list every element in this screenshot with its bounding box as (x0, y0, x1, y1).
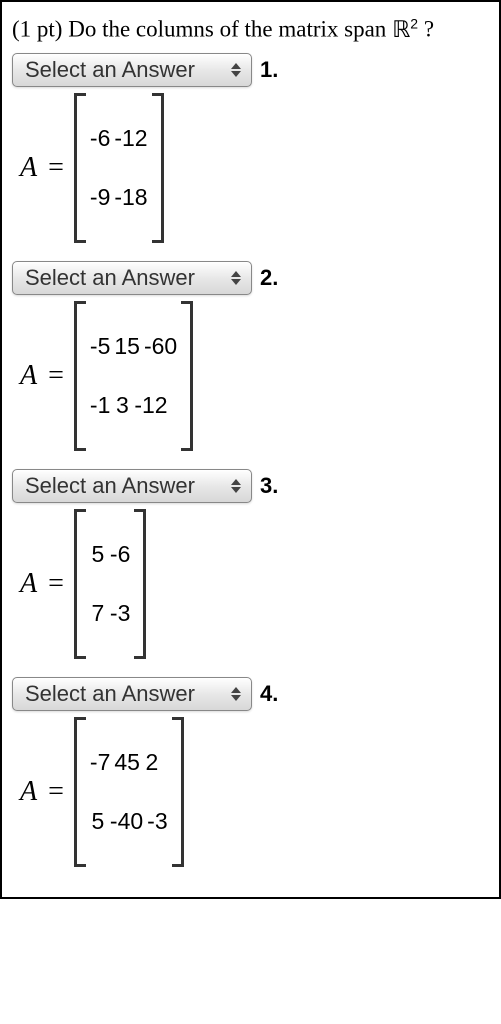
matrix-cell: -6 (108, 541, 132, 568)
answer-select[interactable]: Select an Answer (12, 677, 252, 711)
problem-block: Select an Answer 3. A = 5-6 7-3 (12, 469, 489, 659)
matrix-cell: 2 (142, 749, 162, 776)
matrix-row: -7452 (88, 749, 170, 776)
a-equals: A = (20, 152, 64, 184)
a-equals: A = (20, 568, 64, 600)
matrix-row: -9-18 (88, 184, 150, 211)
matrix-row: 5-40-3 (88, 808, 170, 835)
select-label: Select an Answer (25, 57, 195, 83)
matrix: 5-6 7-3 (74, 509, 146, 659)
matrix-body: 5-6 7-3 (86, 509, 134, 659)
select-row: Select an Answer 1. (12, 53, 489, 87)
bracket-right (172, 717, 184, 867)
select-row: Select an Answer 3. (12, 469, 489, 503)
question-prefix: (1 pt) Do the columns of the matrix span (12, 17, 392, 42)
matrix-body: -7452 5-40-3 (86, 717, 172, 867)
select-label: Select an Answer (25, 473, 195, 499)
updown-icon (231, 63, 241, 77)
bracket-left (74, 93, 86, 243)
problem-block: Select an Answer 1. A = -6-12 -9-18 (12, 53, 489, 243)
answer-select[interactable]: Select an Answer (12, 53, 252, 87)
bracket-left (74, 717, 86, 867)
answer-select[interactable]: Select an Answer (12, 261, 252, 295)
updown-icon (231, 271, 241, 285)
matrix-equation: A = -515-60 -13-12 (20, 301, 489, 451)
matrix-row: 5-6 (88, 541, 132, 568)
select-row: Select an Answer 2. (12, 261, 489, 295)
matrix-row: -13-12 (88, 392, 179, 419)
matrix-equation: A = -6-12 -9-18 (20, 93, 489, 243)
a-equals: A = (20, 776, 64, 808)
problem-block: Select an Answer 4. A = -7452 5-40-3 (12, 677, 489, 867)
matrix: -6-12 -9-18 (74, 93, 164, 243)
question-suffix: ? (418, 17, 434, 42)
bracket-left (74, 509, 86, 659)
bracket-left (74, 301, 86, 451)
bracket-right (152, 93, 164, 243)
bracket-right (134, 509, 146, 659)
select-label: Select an Answer (25, 681, 195, 707)
matrix-equation: A = 5-6 7-3 (20, 509, 489, 659)
item-number: 2. (260, 265, 278, 291)
matrix-cell: 3 (112, 392, 132, 419)
matrix-row: -515-60 (88, 333, 179, 360)
matrix-cell: -3 (108, 600, 132, 627)
question-text: (1 pt) Do the columns of the matrix span… (12, 14, 489, 45)
matrix-cell: -12 (132, 392, 169, 419)
matrix-cell: 5 (88, 808, 108, 835)
matrix-cell: -40 (108, 808, 145, 835)
matrix-cell: -6 (88, 125, 112, 152)
item-number: 1. (260, 57, 278, 83)
bracket-right (181, 301, 193, 451)
problem-block: Select an Answer 2. A = -515-60 -13-12 (12, 261, 489, 451)
matrix: -515-60 -13-12 (74, 301, 193, 451)
matrix-cell: 45 (112, 749, 142, 776)
space-symbol: ℝ2 (392, 16, 418, 42)
matrix-cell: -5 (88, 333, 112, 360)
matrix-cell: -7 (88, 749, 112, 776)
matrix-cell: -60 (142, 333, 179, 360)
answer-select[interactable]: Select an Answer (12, 469, 252, 503)
matrix-cell: -12 (112, 125, 149, 152)
updown-icon (231, 479, 241, 493)
matrix-cell: 5 (88, 541, 108, 568)
matrix-body: -6-12 -9-18 (86, 93, 152, 243)
matrix-body: -515-60 -13-12 (86, 301, 181, 451)
item-number: 4. (260, 681, 278, 707)
matrix-cell: -9 (88, 184, 112, 211)
matrix-cell: 7 (88, 600, 108, 627)
matrix-cell: -18 (112, 184, 149, 211)
matrix: -7452 5-40-3 (74, 717, 184, 867)
matrix-cell: -3 (145, 808, 169, 835)
matrix-equation: A = -7452 5-40-3 (20, 717, 489, 867)
a-equals: A = (20, 360, 64, 392)
updown-icon (231, 687, 241, 701)
matrix-cell: 15 (112, 333, 142, 360)
select-row: Select an Answer 4. (12, 677, 489, 711)
select-label: Select an Answer (25, 265, 195, 291)
item-number: 3. (260, 473, 278, 499)
matrix-row: 7-3 (88, 600, 132, 627)
matrix-cell: -1 (88, 392, 112, 419)
matrix-row: -6-12 (88, 125, 150, 152)
